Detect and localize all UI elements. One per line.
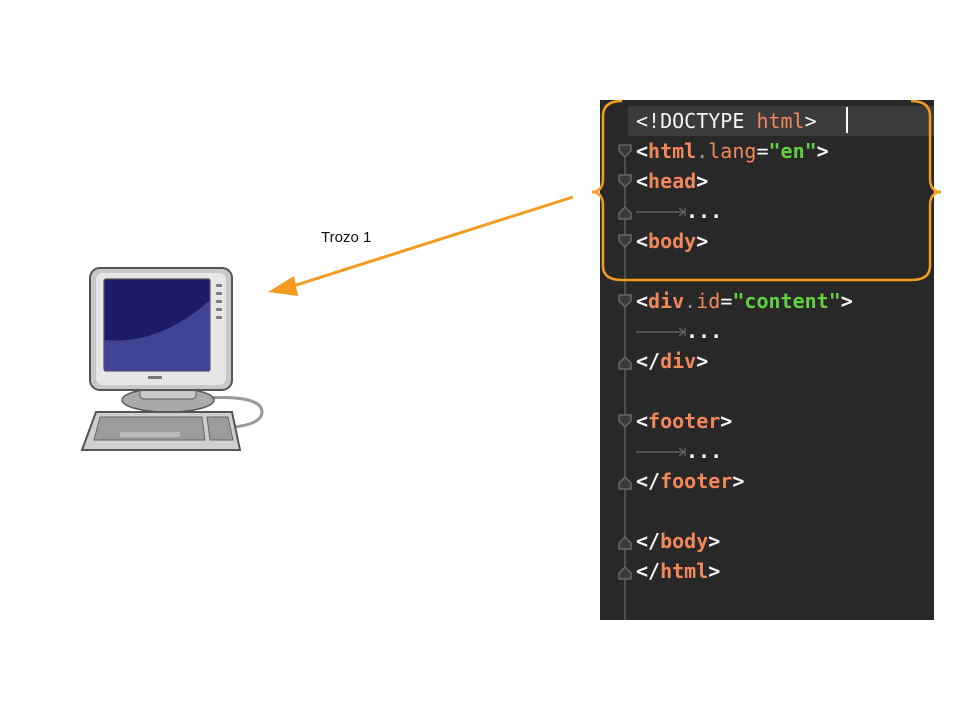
arrow-head-icon bbox=[268, 276, 298, 296]
chunk-brace bbox=[591, 99, 942, 282]
desktop-computer-icon bbox=[80, 267, 264, 451]
chunk-arrow bbox=[289, 195, 574, 289]
diagram-overlay bbox=[80, 99, 942, 451]
